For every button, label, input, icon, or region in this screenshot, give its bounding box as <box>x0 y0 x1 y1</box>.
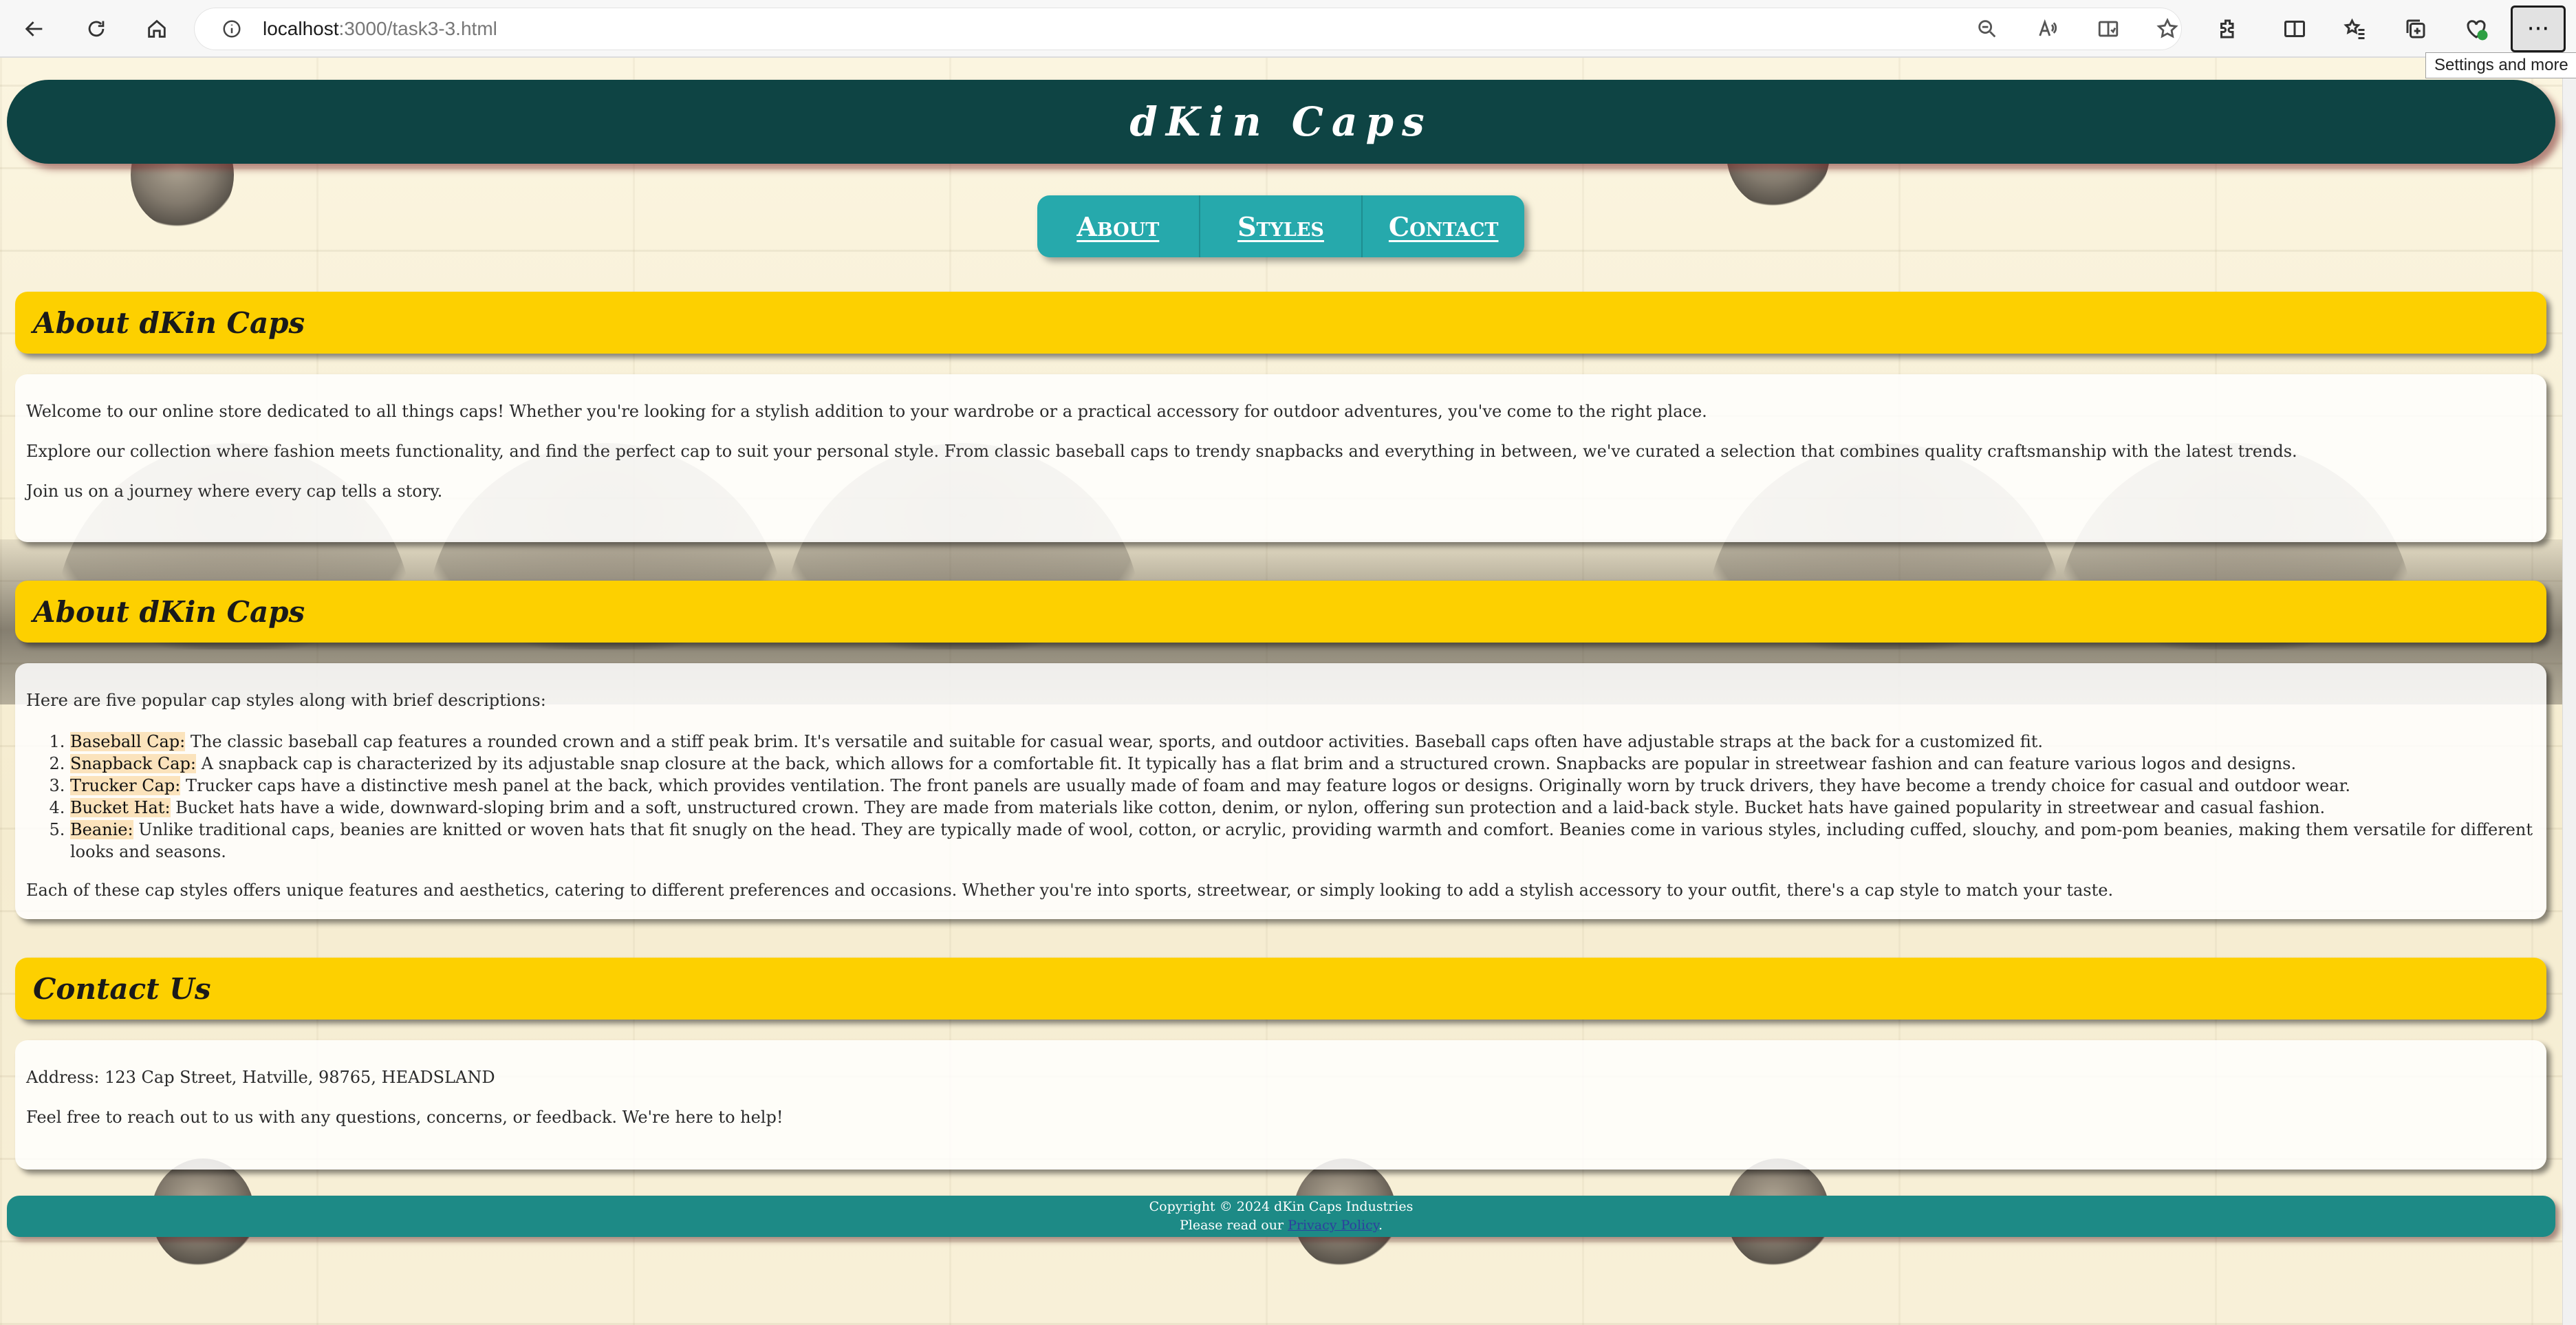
style-description: Bucket hats have a wide, downward-slopin… <box>175 798 2326 817</box>
footer-privacy-line: Please read our Privacy Policy. <box>7 1216 2555 1235</box>
about-heading: About dKin Caps <box>33 305 305 340</box>
page-scrollbar[interactable] <box>2562 58 2576 1325</box>
split-screen-icon <box>2284 21 2305 37</box>
style-name: Bucket Hat: <box>70 798 171 817</box>
home-icon <box>148 19 166 38</box>
favorite-star-icon[interactable] <box>2156 17 2179 41</box>
zoom-out-icon[interactable] <box>1976 17 1999 41</box>
settings-tooltip: Settings and more <box>2425 52 2576 78</box>
url-text[interactable]: localhost:3000/task3-3.html <box>263 8 497 50</box>
styles-list: Baseball Cap: The classic baseball cap f… <box>26 731 2535 863</box>
contact-address: Address: 123 Cap Street, Hatville, 98765… <box>26 1068 495 1087</box>
contact-heading: Contact Us <box>33 971 211 1006</box>
privacy-suffix: . <box>1378 1218 1383 1233</box>
list-item: Beanie: Unlike traditional caps, beanies… <box>70 819 2535 863</box>
extensions-icon <box>2220 19 2234 39</box>
url-path: :3000/task3-3.html <box>338 18 497 39</box>
style-description: Unlike traditional caps, beanies are kni… <box>70 820 2533 861</box>
reload-button[interactable] <box>77 10 116 48</box>
back-icon <box>25 21 43 36</box>
browser-essentials-icon <box>2467 20 2488 41</box>
back-button[interactable] <box>15 10 54 48</box>
extensions-button[interactable] <box>2212 12 2245 45</box>
collections-button[interactable] <box>2399 12 2432 45</box>
styles-heading: About dKin Caps <box>33 594 305 629</box>
about-paragraph: Explore our collection where fashion mee… <box>26 442 2297 461</box>
style-name: Snapback Cap: <box>70 754 196 773</box>
list-item: Baseball Cap: The classic baseball cap f… <box>70 731 2535 753</box>
contact-content: Address: 123 Cap Street, Hatville, 98765… <box>15 1040 2546 1170</box>
info-icon[interactable] <box>221 19 242 39</box>
address-bar[interactable]: localhost:3000/task3-3.html <box>194 8 2182 50</box>
split-screen-button[interactable] <box>2278 12 2311 45</box>
style-description: Trucker caps have a distinctive mesh pan… <box>186 776 2351 795</box>
list-item: Snapback Cap: A snapback cap is characte… <box>70 753 2535 775</box>
nav-link-about[interactable]: About <box>1076 211 1159 242</box>
reload-icon <box>88 21 105 37</box>
privacy-prefix: Please read our <box>1179 1218 1288 1233</box>
nav-item-styles: Styles <box>1200 195 1363 257</box>
settings-and-more-button[interactable]: ··· <box>2511 6 2566 52</box>
site-title: dKin Caps <box>1129 98 1433 145</box>
styles-intro: Here are five popular cap styles along w… <box>26 691 546 710</box>
about-content: Welcome to our online store dedicated to… <box>15 374 2546 542</box>
style-name: Baseball Cap: <box>70 732 186 751</box>
nav-link-contact[interactable]: Contact <box>1389 211 1499 242</box>
list-item: Bucket Hat: Bucket hats have a wide, dow… <box>70 797 2535 819</box>
about-paragraph: Welcome to our online store dedicated to… <box>26 402 1707 421</box>
styles-content: Here are five popular cap styles along w… <box>15 663 2546 919</box>
about-paragraph: Join us on a journey where every cap tel… <box>26 482 443 501</box>
read-aloud-icon[interactable] <box>2036 17 2059 41</box>
style-name: Trucker Cap: <box>70 776 181 795</box>
more-icon: ··· <box>2526 15 2550 43</box>
footer-copyright: Copyright © 2024 dKin Caps Industries <box>1149 1199 1414 1214</box>
favorites-icon <box>2344 18 2365 39</box>
styles-outro: Each of these cap styles offers unique f… <box>26 881 2114 900</box>
about-heading-bar: About dKin Caps <box>15 292 2546 354</box>
style-description: A snapback cap is characterized by its a… <box>201 754 2297 773</box>
url-host: localhost <box>263 18 339 39</box>
nav-link-styles[interactable]: Styles <box>1237 211 1324 242</box>
main-nav: About Styles Contact <box>1037 195 1524 257</box>
contact-heading-bar: Contact Us <box>15 958 2546 1020</box>
browser-toolbar: localhost:3000/task3-3.html ··· <box>0 0 2576 58</box>
site-footer: Copyright © 2024 dKin Caps Industries Pl… <box>7 1196 2555 1237</box>
collections-icon <box>2406 19 2425 39</box>
site-header: dKin Caps <box>7 80 2555 164</box>
style-description: The classic baseball cap features a roun… <box>190 732 2043 751</box>
favorites-button[interactable] <box>2339 12 2372 45</box>
privacy-policy-link[interactable]: Privacy Policy <box>1288 1218 1378 1233</box>
styles-heading-bar: About dKin Caps <box>15 581 2546 643</box>
list-item: Trucker Cap: Trucker caps have a distinc… <box>70 775 2535 797</box>
browser-essentials-button[interactable] <box>2460 12 2493 45</box>
contact-note: Feel free to reach out to us with any qu… <box>26 1108 783 1127</box>
nav-item-about: About <box>1037 195 1200 257</box>
style-name: Beanie: <box>70 820 133 839</box>
nav-item-contact: Contact <box>1363 195 1524 257</box>
home-button[interactable] <box>138 10 176 48</box>
immersive-reader-icon[interactable] <box>2097 17 2120 41</box>
